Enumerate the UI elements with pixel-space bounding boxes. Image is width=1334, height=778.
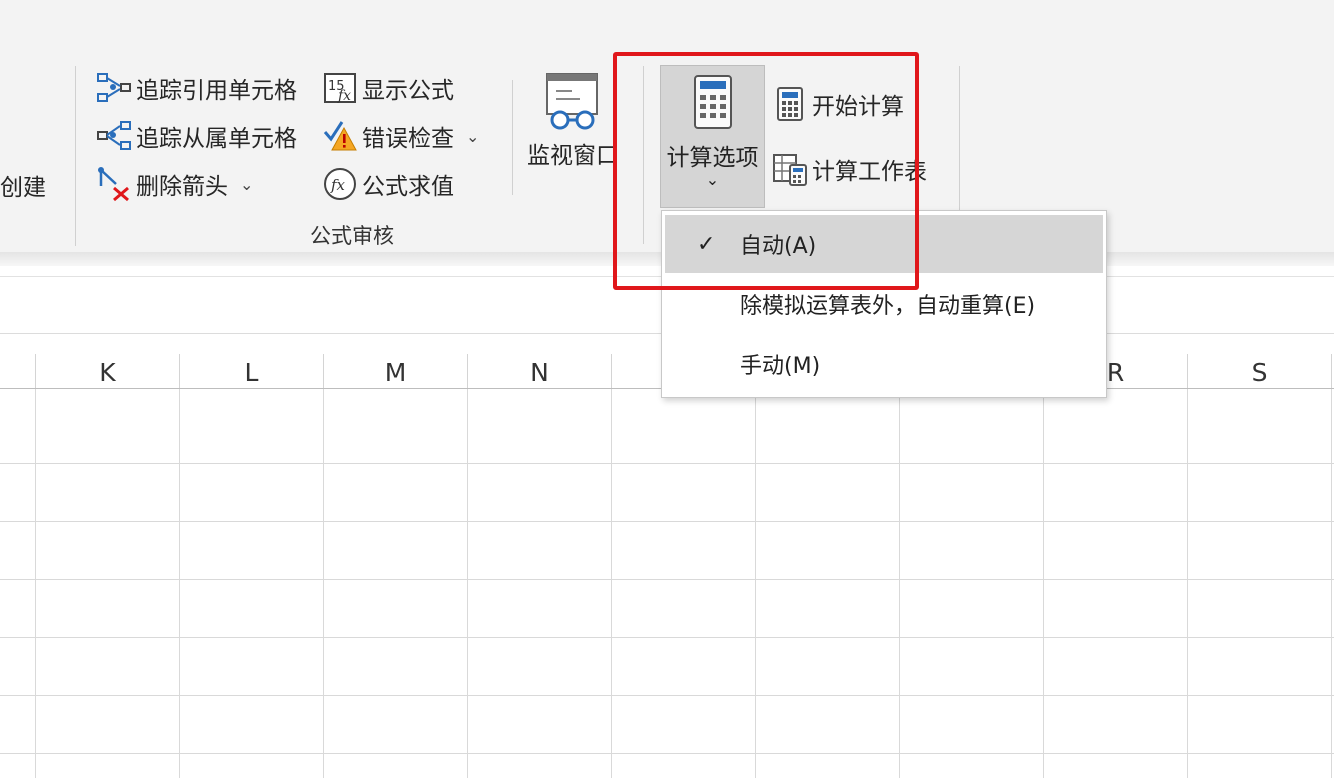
trace-dependents-label: 追踪从属单元格 — [136, 126, 297, 152]
create-button[interactable]: 创建 — [0, 168, 46, 202]
error-checking-icon — [322, 118, 358, 154]
trace-precedents-label: 追踪引用单元格 — [136, 78, 297, 104]
show-formulas-button[interactable]: 15 fx 显示公式 — [322, 70, 454, 106]
watch-window-label: 监视窗口 — [527, 143, 619, 169]
remove-arrows-label: 删除箭头 — [136, 174, 228, 200]
column-header-k[interactable]: K — [36, 354, 180, 388]
ribbon-separator — [643, 66, 644, 244]
watch-window-icon — [543, 72, 603, 134]
evaluate-formula-icon: fx — [322, 166, 358, 202]
chevron-down-icon[interactable]: ⌄ — [240, 175, 253, 194]
remove-arrows-button[interactable]: 删除箭头 ⌄ — [96, 166, 253, 202]
calculate-sheet-label: 计算工作表 — [812, 159, 927, 185]
cell-grid[interactable] — [0, 389, 1334, 778]
formula-auditing-group-label: 公式审核 — [310, 224, 394, 248]
chevron-down-icon: ⌄ — [705, 170, 720, 189]
trace-dependents-button[interactable]: 追踪从属单元格 — [96, 118, 297, 154]
checkmark-icon: ✓ — [697, 231, 716, 257]
chevron-down-icon[interactable]: ⌄ — [466, 127, 479, 146]
menu-item-label: 除模拟运算表外，自动重算(E) — [740, 294, 1036, 319]
evaluate-formula-label: 公式求值 — [362, 174, 454, 200]
column-header-partial[interactable] — [0, 354, 36, 388]
menu-item-label: 自动(A) — [740, 234, 817, 259]
svg-text:fx: fx — [337, 88, 351, 104]
calculate-now-button[interactable]: 开始计算 — [772, 86, 904, 122]
svg-text:fx: fx — [330, 176, 346, 194]
trace-precedents-icon — [96, 70, 132, 106]
ribbon-separator — [75, 66, 76, 246]
calculation-options-menu: ✓ 自动(A) 除模拟运算表外，自动重算(E) 手动(M) — [661, 210, 1107, 398]
remove-arrows-icon — [96, 166, 132, 202]
column-header-m[interactable]: M — [324, 354, 468, 388]
calculation-options-label: 计算选项 — [666, 145, 759, 171]
show-formulas-icon: 15 fx — [322, 70, 358, 106]
calculate-sheet-button[interactable]: 计算工作表 — [772, 151, 927, 187]
calculate-now-icon — [772, 86, 808, 122]
ribbon-separator — [512, 80, 513, 195]
column-header-s[interactable]: S — [1188, 354, 1332, 388]
menu-item-automatic[interactable]: ✓ 自动(A) — [665, 215, 1103, 273]
calculate-sheet-icon — [772, 151, 808, 187]
menu-item-label: 手动(M) — [740, 354, 821, 379]
trace-dependents-icon — [96, 118, 132, 154]
error-checking-button[interactable]: 错误检查 ⌄ — [322, 118, 479, 154]
calculator-icon — [693, 74, 733, 130]
create-label: 创建 — [0, 175, 46, 201]
watch-window-button[interactable]: 监视窗口 — [522, 72, 624, 170]
show-formulas-label: 显示公式 — [362, 78, 454, 104]
error-checking-label: 错误检查 — [362, 126, 454, 152]
trace-precedents-button[interactable]: 追踪引用单元格 — [96, 70, 297, 106]
menu-item-manual[interactable]: 手动(M) — [665, 335, 1103, 393]
menu-item-automatic-except-tables[interactable]: 除模拟运算表外，自动重算(E) — [665, 275, 1103, 333]
evaluate-formula-button[interactable]: fx 公式求值 — [322, 166, 454, 202]
column-header-n[interactable]: N — [468, 354, 612, 388]
calculate-now-label: 开始计算 — [812, 94, 904, 120]
ribbon-separator — [959, 66, 960, 211]
calculation-options-button[interactable]: 计算选项 ⌄ — [660, 65, 765, 208]
column-header-l[interactable]: L — [180, 354, 324, 388]
